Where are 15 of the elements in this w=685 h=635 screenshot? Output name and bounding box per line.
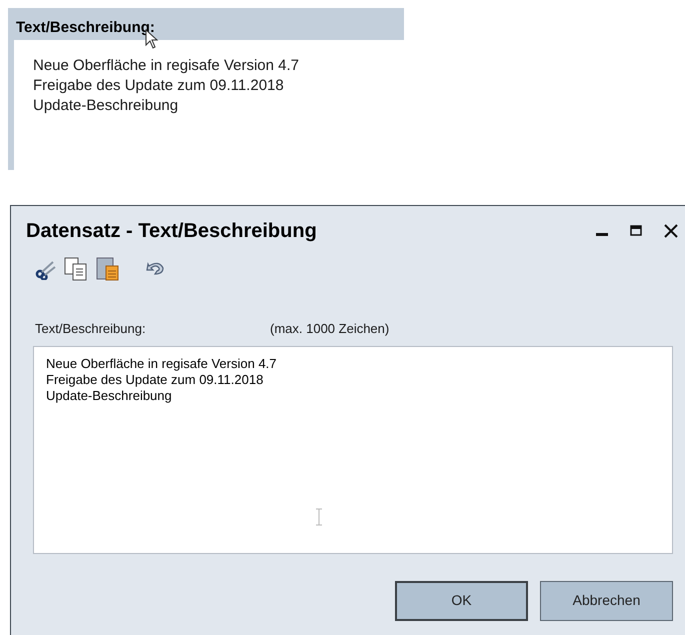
cancel-button[interactable]: Abbrechen [540,580,673,620]
description-line: Update-Beschreibung [33,96,180,116]
text-area[interactable]: Neue Oberfläche in regisafe Version 4.7 Freigabe des Update zum 09.11.2018 Update-Beschreibung [33,346,673,554]
close-icon[interactable] [664,224,678,238]
preview-label: Text/Beschreibung: [16,18,155,38]
text-cursor-icon [315,508,323,526]
maximize-icon[interactable] [630,225,642,237]
paste-icon[interactable] [95,256,121,282]
description-line: Neue Oberfläche in regisafe Version 4.7 [33,56,300,76]
field-label: Text/Beschreibung: [35,320,147,338]
field-hint: (max. 1000 Zeichen) [270,320,390,338]
description-line: Freigabe des Update zum 09.11.2018 [33,76,285,96]
dialog-title: Datensatz - Text/Beschreibung [26,219,317,244]
ok-button[interactable]: OK [395,580,528,620]
copy-icon[interactable] [63,256,89,282]
